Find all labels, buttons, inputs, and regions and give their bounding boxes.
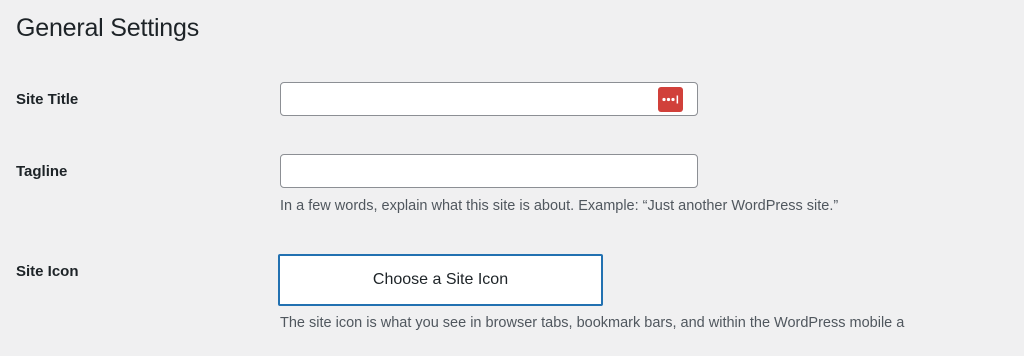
site-title-label: Site Title <box>16 91 79 108</box>
tagline-description: In a few words, explain what this site i… <box>280 198 839 214</box>
tagline-label: Tagline <box>16 163 68 180</box>
lastpass-icon[interactable] <box>658 87 683 112</box>
site-icon-description: The site icon is what you see in browser… <box>280 315 905 331</box>
page-title: General Settings <box>16 14 200 42</box>
site-title-input[interactable] <box>280 82 698 116</box>
general-settings-page: General Settings Site Title Tagline In a… <box>0 0 1024 356</box>
site-icon-label: Site Icon <box>16 263 79 280</box>
choose-site-icon-button[interactable]: Choose a Site Icon <box>278 254 603 306</box>
tagline-input[interactable] <box>280 154 698 188</box>
lastpass-dots-icon <box>662 95 679 104</box>
